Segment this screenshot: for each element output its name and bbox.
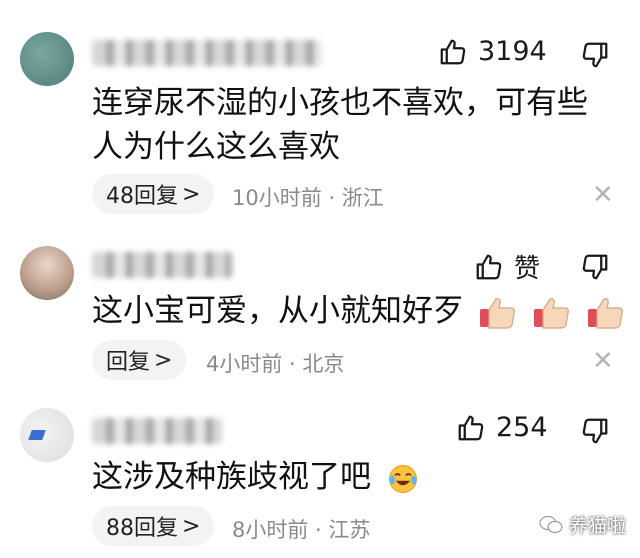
comment-text: 这涉及种族歧视了吧 [92, 459, 371, 495]
laughing-crying-emoji [388, 464, 417, 493]
comment-meta: 8小时前 · 江苏 [232, 518, 371, 542]
thumbs-down-icon[interactable] [580, 416, 610, 446]
wechat-icon [539, 514, 563, 536]
reply-label: 88回复 [106, 516, 178, 541]
comment-text-line: 这涉及种族歧视了吧 [92, 452, 421, 502]
like-count: 254 [496, 412, 548, 443]
like-button[interactable]: 254 [456, 412, 548, 443]
username-blurred[interactable] [92, 418, 222, 444]
watermark: 养猫啦 [539, 511, 626, 538]
comment-item: 254 这涉及种族歧视了吧 88回复 > 8小时前 · 江苏 [0, 0, 640, 558]
reply-button[interactable]: 88回复 > [92, 506, 215, 546]
avatar[interactable] [20, 408, 74, 462]
avatar-mark [28, 430, 46, 440]
watermark-text: 养猫啦 [568, 515, 626, 537]
chevron-right-icon: > [182, 513, 201, 539]
thumbs-up-icon [456, 413, 486, 443]
